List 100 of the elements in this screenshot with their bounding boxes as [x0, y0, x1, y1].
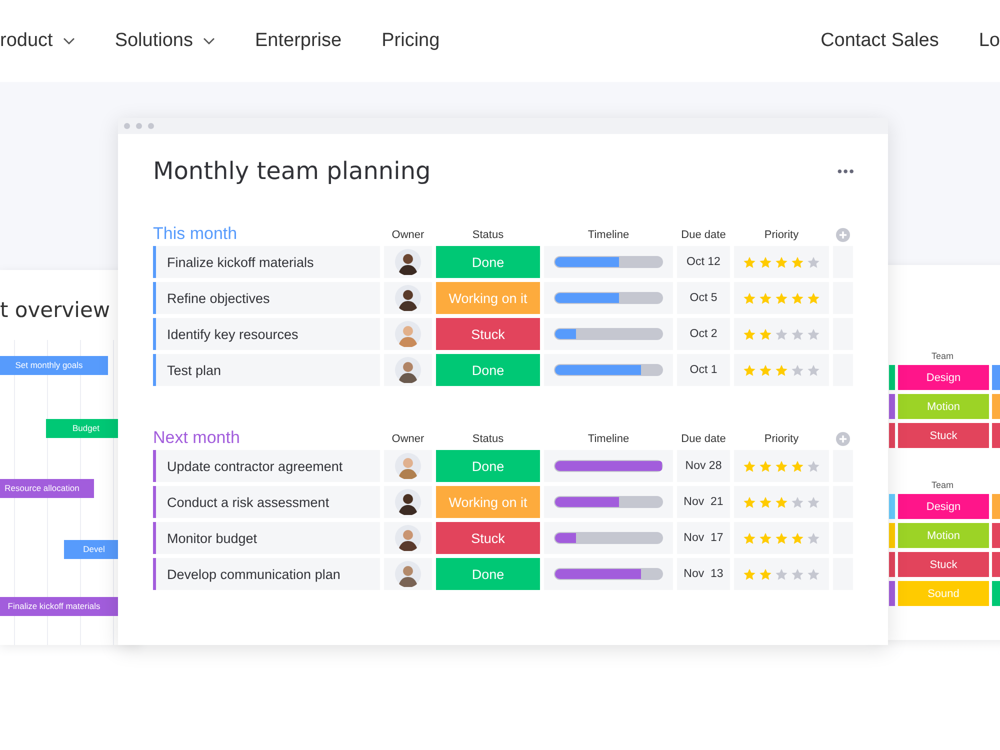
more-menu[interactable]: ••• — [837, 163, 855, 179]
column-header: Priority — [763, 433, 800, 447]
add-column-icon[interactable] — [836, 432, 850, 446]
star-icon — [759, 532, 772, 544]
star-icon — [743, 292, 756, 304]
nav-link[interactable]: Contact Sales — [820, 30, 939, 52]
star-icon — [759, 568, 772, 580]
due-date: Nov 28 — [677, 450, 730, 482]
due-date: Oct 5 — [677, 282, 730, 314]
star-icon — [791, 328, 804, 340]
task-cell: Test plan — [153, 354, 380, 386]
star-icon — [759, 460, 772, 472]
star-icon — [759, 364, 772, 376]
star-icon — [791, 460, 804, 472]
task-cell: Update contractor agreement — [153, 450, 380, 482]
status-cell[interactable]: Done — [436, 450, 540, 482]
team-label: Motion — [898, 394, 989, 419]
star-icon — [791, 568, 804, 580]
star-icon — [807, 328, 820, 340]
task-cell: Identify key resources — [153, 318, 380, 350]
star-icon — [775, 364, 788, 376]
due-date: Oct 2 — [677, 318, 730, 350]
star-icon — [743, 496, 756, 508]
star-icon — [775, 460, 788, 472]
star-icon — [791, 256, 804, 268]
team-label: Design — [898, 494, 989, 519]
team-label: Motion — [898, 523, 989, 548]
star-icon — [807, 496, 820, 508]
star-icon — [775, 256, 788, 268]
nav-link[interactable]: Pricing — [382, 30, 440, 52]
task-cell: Finalize kickoff materials — [153, 246, 380, 278]
team-label: Sound — [898, 581, 989, 606]
avatar-icon — [395, 249, 421, 275]
status-cell[interactable]: Done — [436, 558, 540, 590]
star-icon — [775, 496, 788, 508]
star-icon — [759, 292, 772, 304]
card-title: t overview — [0, 298, 112, 322]
due-date: Nov 21 — [677, 486, 730, 518]
column-header: Owner — [390, 433, 426, 447]
status-cell[interactable]: Done — [436, 246, 540, 278]
nav-link[interactable]: Solutions — [114, 30, 215, 52]
avatar-icon — [395, 321, 421, 347]
column-header: Timeline — [586, 229, 630, 243]
star-icon — [743, 532, 756, 544]
due-date: Oct 1 — [677, 354, 730, 386]
star-icon — [807, 364, 820, 376]
avatar-icon — [395, 561, 421, 587]
star-icon — [791, 292, 804, 304]
column-header: Priority — [763, 229, 800, 243]
due-date: Nov 17 — [677, 522, 730, 554]
star-icon — [775, 568, 788, 580]
due-date: Oct 12 — [677, 246, 730, 278]
task-cell: Develop communication plan — [153, 558, 380, 590]
star-icon — [775, 328, 788, 340]
column-header: Owner — [390, 229, 426, 243]
window-dots-icon — [123, 122, 155, 130]
star-icon — [791, 496, 804, 508]
nav-link[interactable]: Enterprise — [254, 30, 342, 52]
due-date: Nov 13 — [677, 558, 730, 590]
team-label: Stuck — [898, 552, 989, 577]
status-cell[interactable]: Stuck — [436, 318, 540, 350]
nav-link[interactable]: roduct — [0, 30, 75, 52]
star-icon — [791, 532, 804, 544]
avatar-icon — [395, 525, 421, 551]
group-title: This month — [153, 224, 238, 244]
add-column-icon[interactable] — [836, 228, 850, 242]
star-icon — [807, 568, 820, 580]
star-icon — [775, 532, 788, 544]
gantt-bar: Set monthly goals — [0, 356, 108, 375]
star-icon — [743, 460, 756, 472]
status-cell[interactable]: Done — [436, 354, 540, 386]
column-header: Status — [471, 229, 505, 243]
star-icon — [743, 328, 756, 340]
star-icon — [791, 364, 804, 376]
column-header: Timeline — [586, 433, 630, 447]
task-cell: Conduct a risk assessment — [153, 486, 380, 518]
star-icon — [807, 292, 820, 304]
star-icon — [743, 364, 756, 376]
gantt-bar: Resource allocation — [0, 479, 94, 498]
group-title: Next month — [153, 428, 241, 448]
column-header: Due date — [680, 229, 727, 243]
avatar-icon — [395, 489, 421, 515]
star-icon — [743, 256, 756, 268]
star-icon — [759, 328, 772, 340]
star-icon — [775, 292, 788, 304]
avatar-icon — [395, 357, 421, 383]
star-icon — [807, 256, 820, 268]
star-icon — [759, 256, 772, 268]
avatar-icon — [395, 453, 421, 479]
task-cell: Monitor budget — [153, 522, 380, 554]
star-icon — [807, 532, 820, 544]
avatar-icon — [395, 285, 421, 311]
nav-link[interactable]: Lo — [978, 30, 1000, 52]
team-label: Design — [898, 365, 989, 390]
status-cell[interactable]: Stuck — [436, 522, 540, 554]
column-header: Status — [471, 433, 505, 447]
column-header: Team — [930, 480, 954, 490]
star-icon — [759, 496, 772, 508]
star-icon — [743, 568, 756, 580]
gantt-bar: Finalize kickoff materials — [0, 597, 118, 616]
